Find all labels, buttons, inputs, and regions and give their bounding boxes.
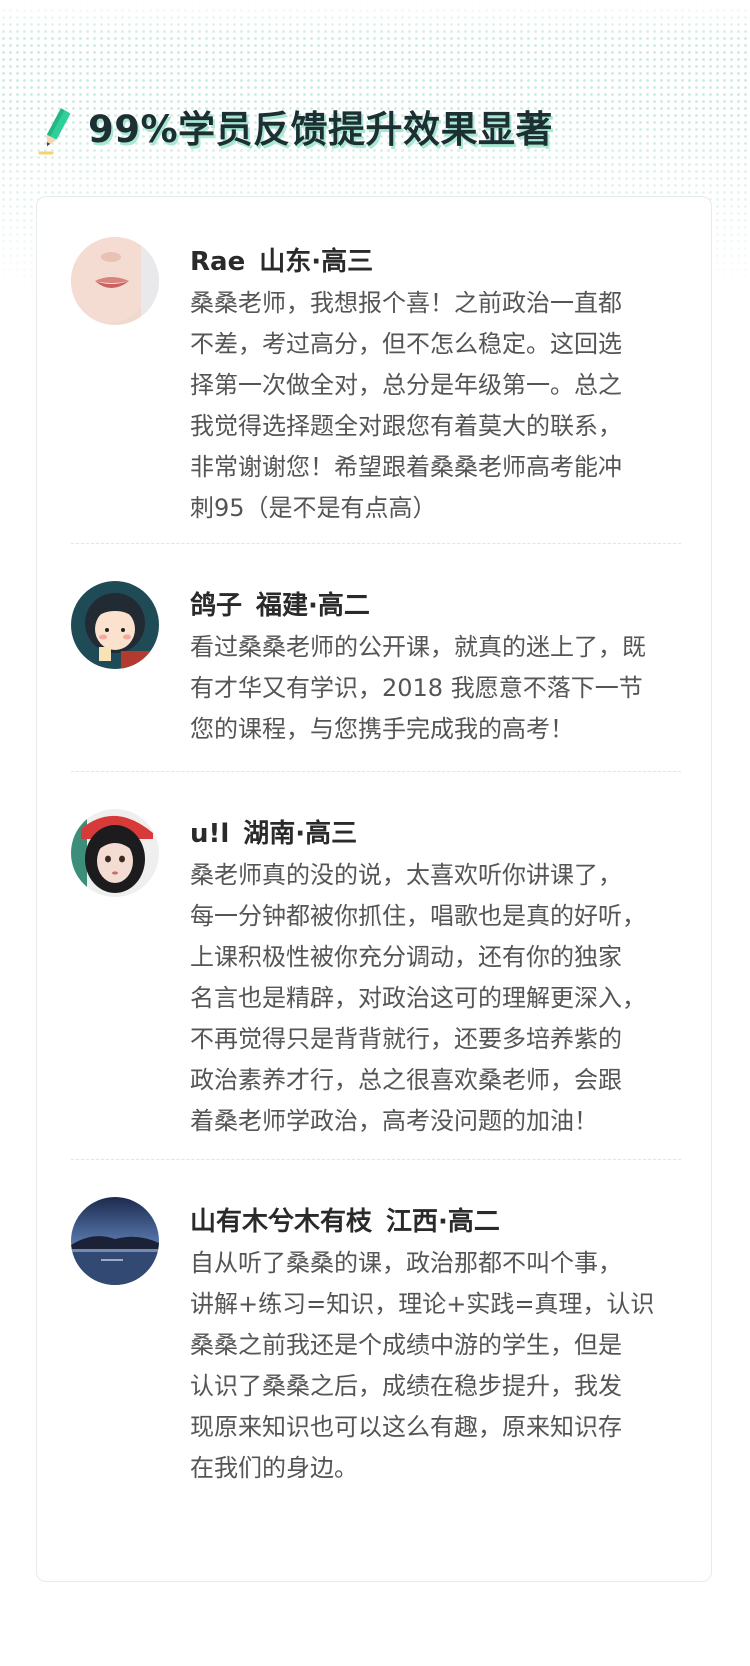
- comment-line: 我觉得选择题全对跟您有着莫大的联系，: [190, 412, 622, 440]
- divider: [71, 1159, 681, 1160]
- comment-line: 政治素养才行，总之很喜欢桑老师，会跟: [190, 1066, 622, 1094]
- comment-line: 桑桑老师，我想报个喜！之前政治一直都: [190, 289, 622, 317]
- divider: [71, 771, 681, 772]
- reviewer-name-line: 山有木兮木有枝 江西·高二: [190, 1205, 500, 1239]
- reviewer-name: 鸽子: [190, 591, 243, 621]
- comment-line: 现原来知识也可以这么有趣，原来知识存: [190, 1413, 622, 1441]
- avatar-doll-girl-icon: [71, 809, 159, 897]
- comment-line: 非常谢谢您！希望跟着桑桑老师高考能冲: [190, 453, 622, 481]
- comment-line: 认识了桑桑之后，成绩在稳步提升，我发: [190, 1372, 622, 1400]
- section-header: 99%学员反馈提升效果显著: [36, 100, 553, 160]
- comment-line: 您的课程，与您携手完成我的高考！: [190, 715, 574, 743]
- comment-line: 自从听了桑桑的课，政治那都不叫个事，: [190, 1249, 622, 1277]
- comment-line: 看过桑桑老师的公开课，就真的迷上了，既: [190, 633, 646, 661]
- comment-line: 不差，考过高分，但不怎么稳定。这回选: [190, 330, 622, 358]
- comment-line: 名言也是精辟，对政治这可的理解更深入，: [190, 984, 646, 1012]
- reviewer-location: 湖南·高三: [243, 819, 358, 849]
- review-comment: 桑桑老师，我想报个喜！之前政治一直都 不差，考过高分，但不怎么稳定。这回选 择第…: [190, 283, 680, 529]
- reviewer-location: 福建·高二: [256, 591, 370, 621]
- reviewer-name-line: Rae 山东·高三: [190, 245, 373, 279]
- avatar-lake-landscape-icon: [71, 1197, 159, 1285]
- reviewer-location: 江西·高二: [386, 1207, 500, 1237]
- reviewer-name: Rae: [190, 247, 246, 277]
- comment-line: 每一分钟都被你抓住，唱歌也是真的好听，: [190, 902, 646, 930]
- comment-line: 上课积极性被你充分调动，还有你的独家: [190, 943, 622, 971]
- comment-line: 桑桑之前我还是个成绩中游的学生，但是: [190, 1331, 622, 1359]
- review-comment: 自从听了桑桑的课，政治那都不叫个事， 讲解+练习=知识，理论+实践=真理，认识 …: [190, 1243, 680, 1489]
- reviewer-name: 山有木兮木有枝: [190, 1207, 373, 1237]
- comment-line: 择第一次做全对，总分是年级第一。总之: [190, 371, 622, 399]
- review-comment: 桑老师真的没的说，太喜欢听你讲课了， 每一分钟都被你抓住，唱歌也是真的好听， 上…: [190, 855, 680, 1142]
- comment-line: 在我们的身边。: [190, 1454, 358, 1482]
- reviewer-location: 山东·高三: [259, 247, 374, 277]
- avatar-cartoon-girl-icon: [71, 581, 159, 669]
- reviewer-name: u!l: [190, 819, 230, 849]
- comment-line: 有才华又有学识，2018 我愿意不落下一节: [190, 674, 643, 702]
- review-comment: 看过桑桑老师的公开课，就真的迷上了，既 有才华又有学识，2018 我愿意不落下一…: [190, 627, 680, 750]
- reviewer-name-line: 鸽子 福建·高二: [190, 589, 370, 623]
- reviewer-name-line: u!l 湖南·高三: [190, 817, 357, 851]
- comment-line: 刺95（是不是有点高）: [190, 494, 437, 522]
- comment-line: 不再觉得只是背背就行，还要多培养紫的: [190, 1025, 622, 1053]
- pencil-icon: [38, 108, 71, 155]
- comment-line: 讲解+练习=知识，理论+实践=真理，认识: [190, 1290, 655, 1318]
- divider: [71, 543, 681, 544]
- comment-line: 着桑老师学政治，高考没问题的加油！: [190, 1107, 598, 1135]
- page-title: 99%学员反馈提升效果显著: [88, 108, 554, 151]
- avatar-lips-icon: [71, 237, 159, 325]
- comment-line: 桑老师真的没的说，太喜欢听你讲课了，: [190, 861, 622, 889]
- reviews-card: Rae 山东·高三 桑桑老师，我想报个喜！之前政治一直都 不差，考过高分，但不怎么…: [36, 196, 712, 1582]
